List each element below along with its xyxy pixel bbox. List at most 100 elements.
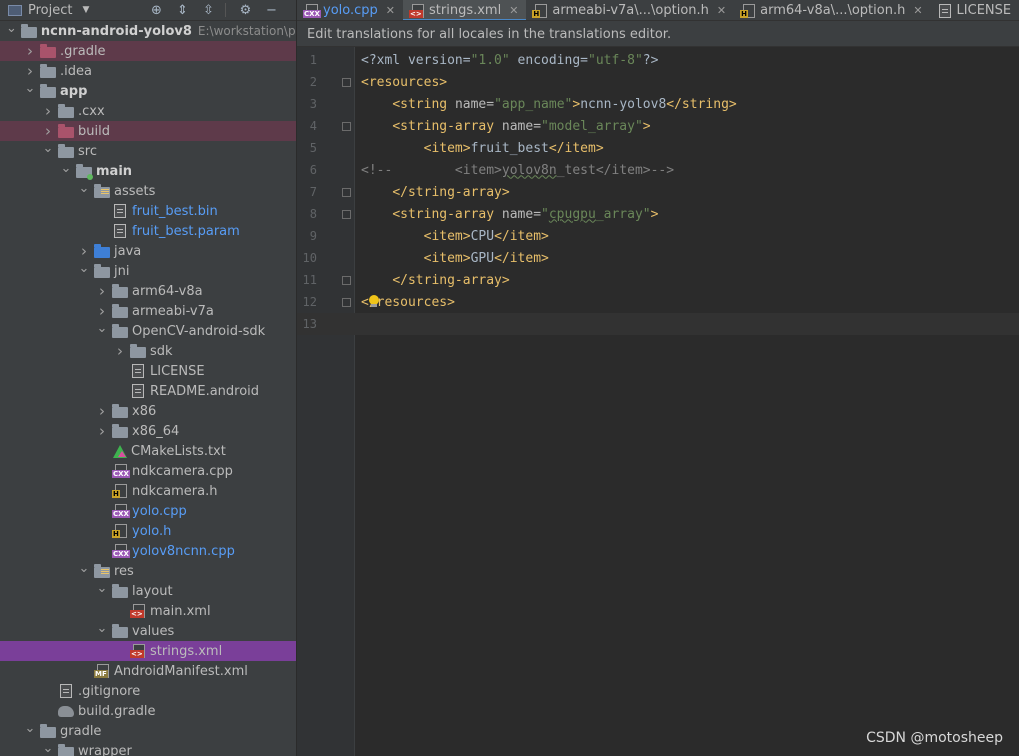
chevron-right-icon[interactable]: ›	[24, 62, 36, 80]
chevron-down-icon[interactable]: ⌄	[96, 581, 108, 596]
chevron-down-icon[interactable]: ⌄	[78, 181, 90, 196]
tree-item[interactable]: › .cxx	[0, 101, 296, 121]
tree-item[interactable]: ›LICENSE	[0, 361, 296, 381]
chevron-down-icon[interactable]: ⌄	[42, 141, 54, 156]
tree-item[interactable]: ⌄ app	[0, 81, 296, 101]
chevron-down-icon[interactable]: ⌄	[42, 741, 54, 756]
tree-item[interactable]: › x86	[0, 401, 296, 421]
chevron-right-icon[interactable]: ›	[42, 122, 54, 140]
chevron-down-icon[interactable]: ⌄	[96, 621, 108, 636]
close-icon[interactable]: ✕	[717, 4, 726, 17]
tree-item[interactable]: › .idea	[0, 61, 296, 81]
fold-marker-icon[interactable]	[341, 275, 351, 285]
tree-item[interactable]: ›CXXndkcamera.cpp	[0, 461, 296, 481]
chevron-down-icon[interactable]: ⌄	[24, 721, 36, 736]
tree-item[interactable]: ›Hndkcamera.h	[0, 481, 296, 501]
tree-item[interactable]: ›README.android	[0, 381, 296, 401]
chevron-right-icon[interactable]: ›	[24, 42, 36, 60]
close-icon[interactable]: ✕	[509, 4, 518, 17]
chevron-down-icon[interactable]: ⌄	[78, 261, 90, 276]
tree-item[interactable]: ⌄ gradle	[0, 721, 296, 741]
tree-item[interactable]: ›Hyolo.h	[0, 521, 296, 541]
chevron-right-icon[interactable]: ›	[114, 342, 126, 360]
editor-tab[interactable]: Harmeabi-v7a\...\option.h ✕	[526, 0, 734, 20]
tree-item[interactable]: › sdk	[0, 341, 296, 361]
tree-item[interactable]: › armeabi-v7a	[0, 301, 296, 321]
tree-item[interactable]: ⌄ values	[0, 621, 296, 641]
code-line[interactable]: 5 <item>fruit_best</item>	[297, 137, 1019, 159]
code-line[interactable]: 10 <item>GPU</item>	[297, 247, 1019, 269]
editor-tab[interactable]: <> strings.xml ✕	[403, 0, 527, 20]
chevron-down-icon[interactable]: ⌄	[96, 321, 108, 336]
tree-item[interactable]: ⌄ src	[0, 141, 296, 161]
editor-tab[interactable]: LICENSE✕	[931, 0, 1019, 20]
fold-marker-icon[interactable]	[341, 77, 351, 87]
tree-item[interactable]: ›fruit_best.param	[0, 221, 296, 241]
tree-item[interactable]: › arm64-v8a	[0, 281, 296, 301]
project-panel-title[interactable]: Project	[28, 3, 72, 18]
fold-marker-icon[interactable]	[341, 187, 351, 197]
chevron-right-icon[interactable]: ›	[96, 302, 108, 320]
tree-item[interactable]: ›CXXyolov8ncnn.cpp	[0, 541, 296, 561]
expand-all-icon[interactable]: ⇕	[175, 3, 189, 18]
tree-item[interactable]: ›<>main.xml	[0, 601, 296, 621]
chevron-right-icon[interactable]: ›	[96, 402, 108, 420]
fold-marker-icon[interactable]	[341, 121, 351, 131]
tree-item[interactable]: › x86_64	[0, 421, 296, 441]
tree-item[interactable]: ›MFAndroidManifest.xml	[0, 661, 296, 681]
close-icon[interactable]: ✕	[913, 4, 922, 17]
code-line[interactable]: 7 </string-array>	[297, 181, 1019, 203]
tree-item[interactable]: ⌄ OpenCV-android-sdk	[0, 321, 296, 341]
chevron-down-icon[interactable]: ⌄	[60, 161, 72, 176]
tree-item[interactable]: › java	[0, 241, 296, 261]
chevron-down-icon[interactable]: ⌄	[78, 561, 90, 576]
editor-tab[interactable]: CXX yolo.cpp ✕	[297, 0, 403, 20]
tree-item[interactable]: › .gradle	[0, 41, 296, 61]
minimize-icon[interactable]: −	[264, 3, 278, 18]
code-token: <string	[392, 96, 455, 112]
tree-item[interactable]: ⌄ layout	[0, 581, 296, 601]
tree-item[interactable]: ⌄ wrapper	[0, 741, 296, 756]
chevron-right-icon[interactable]: ›	[96, 422, 108, 440]
chevron-down-icon[interactable]: ⌄	[24, 81, 36, 96]
project-tree[interactable]: ⌄ ncnn-android-yolov8 E:\workstation\pytho…	[0, 21, 296, 756]
chevron-right-icon[interactable]: ›	[96, 282, 108, 300]
locate-file-icon[interactable]: ⊕	[149, 3, 163, 18]
code-line[interactable]: 3 <string name="app_name">ncnn-yolov8</s…	[297, 93, 1019, 115]
tree-item[interactable]: ›fruit_best.bin	[0, 201, 296, 221]
code-line[interactable]: 2 <resources>	[297, 71, 1019, 93]
tree-item-label: sdk	[150, 343, 173, 359]
lightbulb-icon[interactable]	[368, 295, 380, 308]
tree-item[interactable]: ⌄ assets	[0, 181, 296, 201]
code-editor[interactable]: 1 <?xml version="1.0" encoding="utf-8"?> 2…	[297, 47, 1019, 756]
chevron-down-icon[interactable]: ⌄	[6, 21, 17, 36]
chevron-down-icon[interactable]: ▼	[82, 5, 89, 15]
code-line[interactable]: 13	[297, 313, 1019, 335]
chevron-right-icon[interactable]: ›	[78, 242, 90, 260]
tree-item[interactable]: ⌄ res	[0, 561, 296, 581]
code-line[interactable]: 11 </string-array>	[297, 269, 1019, 291]
code-line[interactable]: 12 </resources>	[297, 291, 1019, 313]
code-line[interactable]: 1 <?xml version="1.0" encoding="utf-8"?>	[297, 49, 1019, 71]
tree-item[interactable]: ⌄ main	[0, 161, 296, 181]
close-icon[interactable]: ✕	[386, 4, 395, 17]
tree-item[interactable]: ⌄ ncnn-android-yolov8 E:\workstation\pytho	[0, 21, 296, 41]
tree-item[interactable]: ⌄ jni	[0, 261, 296, 281]
tree-item[interactable]: ›build.gradle	[0, 701, 296, 721]
tree-item[interactable]: ›.gitignore	[0, 681, 296, 701]
fold-marker-icon[interactable]	[341, 209, 351, 219]
tree-item[interactable]: ›CMakeLists.txt	[0, 441, 296, 461]
fold-marker-icon[interactable]	[341, 297, 351, 307]
tree-item[interactable]: ›<>strings.xml	[0, 641, 296, 661]
gear-icon[interactable]: ⚙	[238, 3, 252, 18]
tree-item[interactable]: ›CXXyolo.cpp	[0, 501, 296, 521]
code-line[interactable]: 6 <!-- <item>yolov8n_test</item>-->	[297, 159, 1019, 181]
tree-item[interactable]: › build	[0, 121, 296, 141]
code-line[interactable]: 8 <string-array name="cpugpu_array">	[297, 203, 1019, 225]
code-line[interactable]: 9 <item>CPU</item>	[297, 225, 1019, 247]
code-line[interactable]: 4 <string-array name="model_array">	[297, 115, 1019, 137]
editor-tab[interactable]: Harm64-v8a\...\option.h ✕	[734, 0, 930, 20]
translations-editor-notice[interactable]: Edit translations for all locales in the…	[297, 21, 1019, 47]
chevron-right-icon[interactable]: ›	[42, 102, 54, 120]
collapse-all-icon[interactable]: ⇳	[201, 3, 215, 18]
